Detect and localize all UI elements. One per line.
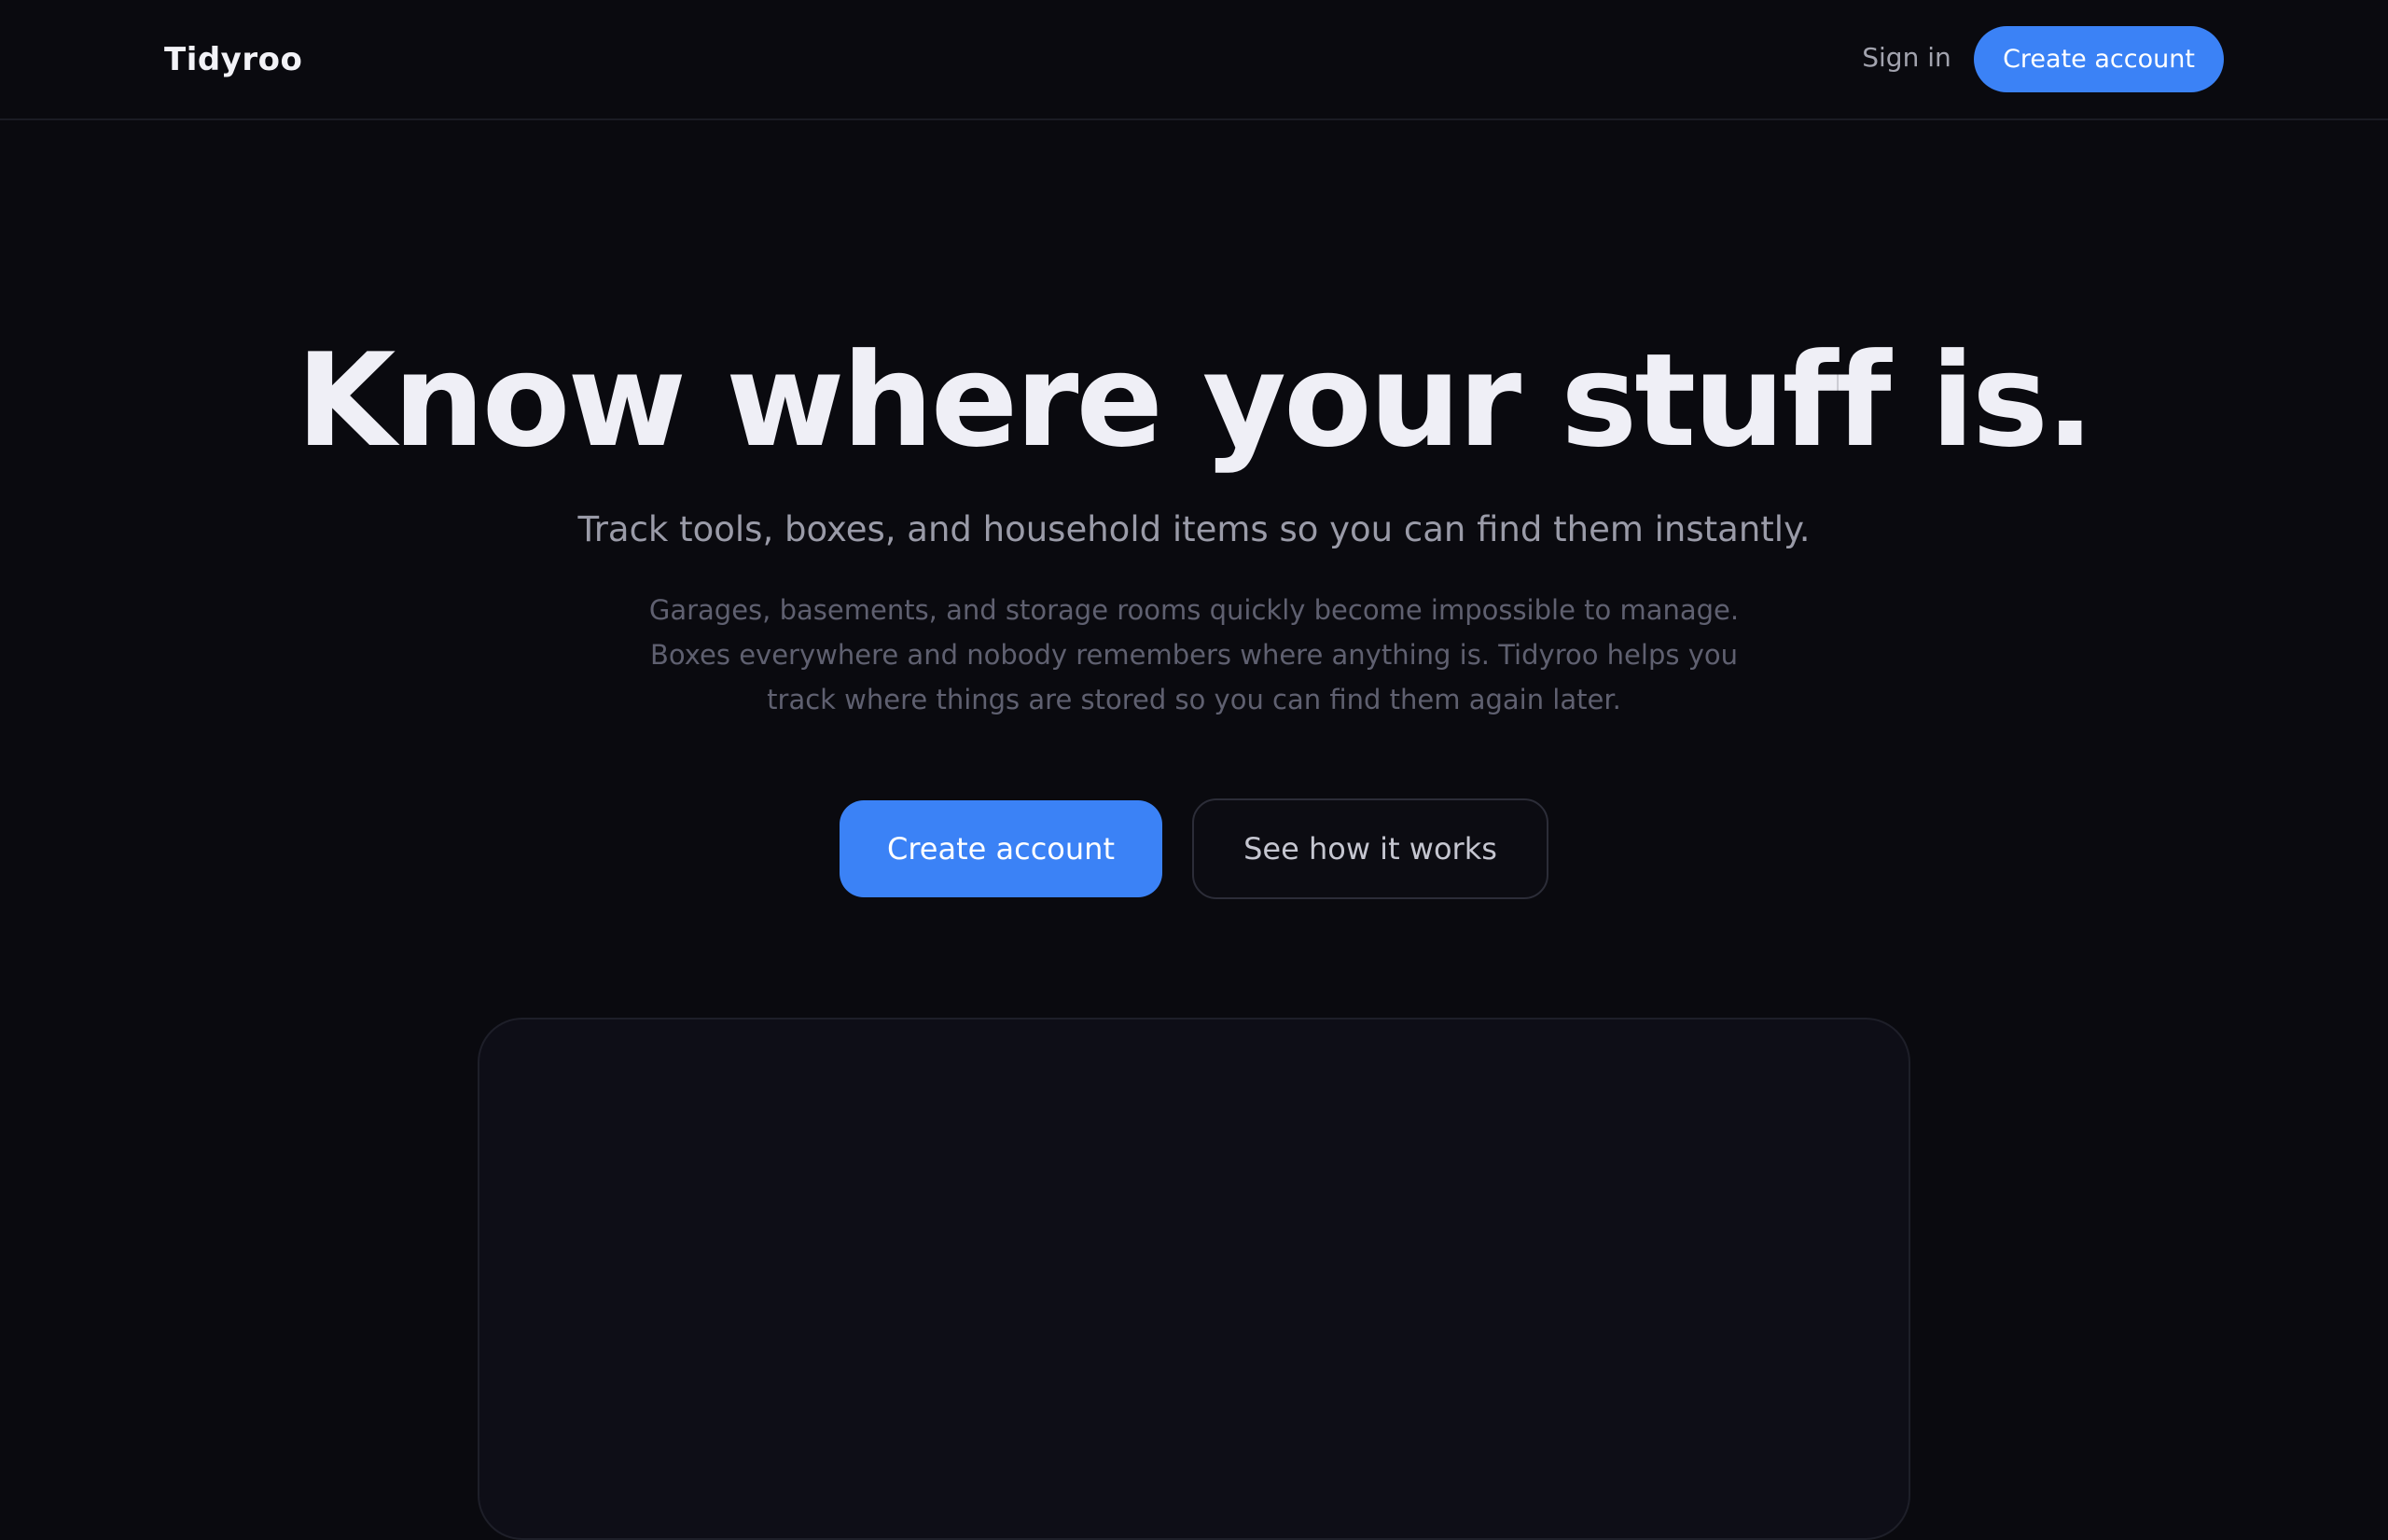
hero-subtitle: Track tools, boxes, and household items …	[577, 509, 1811, 549]
hero-description: Garages, basements, and storage rooms qu…	[648, 594, 1740, 715]
product-preview-panel	[478, 1018, 1910, 1540]
top-nav: Tidyroo Sign in Create account	[0, 0, 2388, 120]
logo[interactable]: Tidyroo	[164, 37, 302, 82]
hero-title: Know where your stuff is.	[296, 326, 2095, 476]
create-account-button[interactable]: Create account	[840, 800, 1162, 897]
sign-in-link[interactable]: Sign in	[1851, 35, 1963, 80]
see-how-it-works-button[interactable]: See how it works	[1192, 798, 1548, 899]
nav-create-account-button[interactable]: Create account	[1974, 26, 2224, 92]
